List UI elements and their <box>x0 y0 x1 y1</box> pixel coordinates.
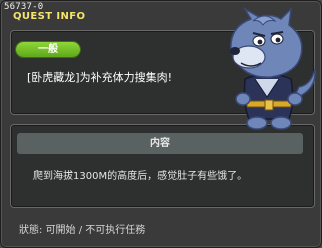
content-header: 内容 <box>17 133 303 154</box>
quest-description: 爬到海拔1300M的高度后，感觉肚子有些饿了。 <box>33 171 248 182</box>
quest-status: 狀態: 可開始 / 不可执行任務 <box>19 225 146 236</box>
quest-info-window: 56737-0 QUEST INFO 一般 [卧虎藏龙]为补充体力搜集肉! 内容… <box>0 0 322 248</box>
window-title: QUEST INFO <box>13 11 86 22</box>
wolf-npc-icon <box>230 7 316 130</box>
category-badge: 一般 <box>16 42 80 57</box>
quest-name: [卧虎藏龙]为补充体力搜集肉! <box>27 71 172 84</box>
